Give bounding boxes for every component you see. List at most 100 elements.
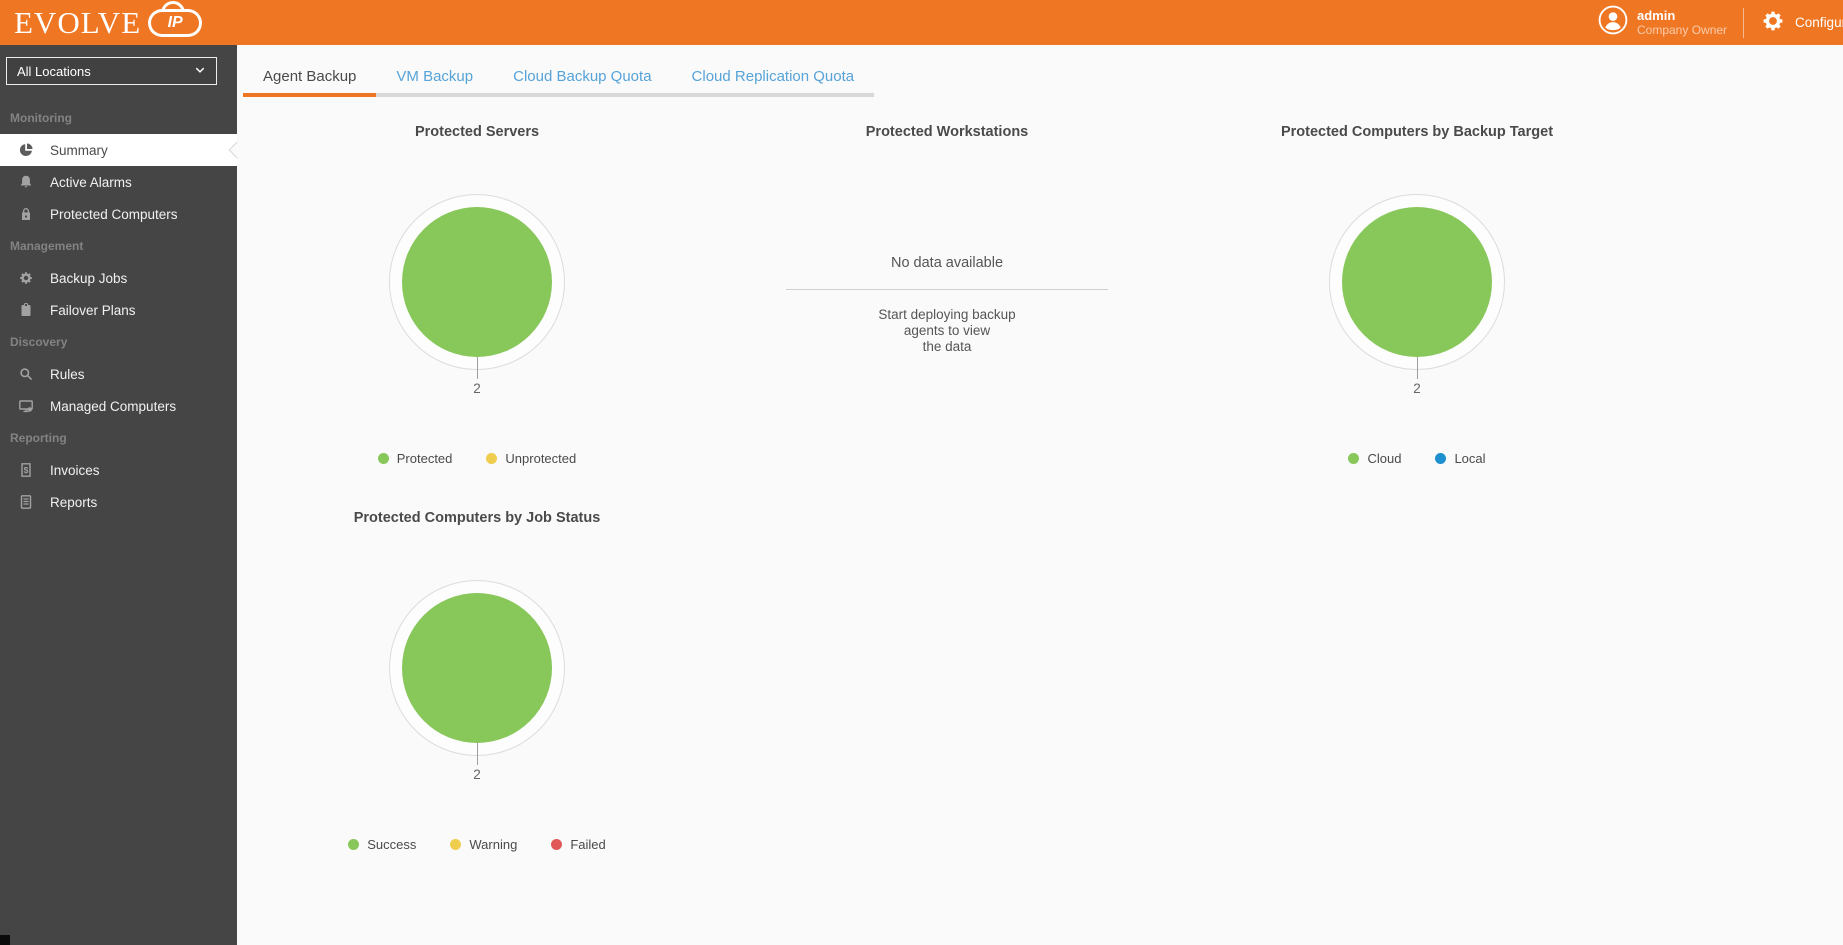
legend-label: Unprotected <box>505 451 576 466</box>
sidebar: All Locations Monitoring Summary Active Al… <box>0 45 237 945</box>
sidebar-item-label: Summary <box>50 143 108 158</box>
pie-tick <box>477 357 478 379</box>
sidebar-item-active-alarms[interactable]: Active Alarms <box>0 166 237 198</box>
sidebar-nav: Monitoring Summary Active Alarms Protected … <box>0 102 237 518</box>
pie-chart-icon <box>18 142 34 158</box>
cloud-logo-badge: IP <box>148 9 202 37</box>
chart-panel-protected-servers: Protected Servers 2 Protected Unprotected <box>242 100 712 500</box>
bell-icon <box>18 174 34 190</box>
pie-value-label: 2 <box>242 381 712 396</box>
pie-tick <box>477 743 478 765</box>
sidebar-item-rules[interactable]: Rules <box>0 358 237 390</box>
evolveip-logo: EVOLVE IP <box>14 0 202 45</box>
main-content: Agent BackupVM BackupCloud Backup QuotaC… <box>237 45 1843 945</box>
nav-section-label-monitoring: Monitoring <box>0 102 237 134</box>
chart-title: Protected Computers by Backup Target <box>1182 124 1652 140</box>
sidebar-item-managed-computers[interactable]: Managed Computers <box>0 390 237 422</box>
location-filter-select[interactable]: All Locations <box>6 57 217 85</box>
user-name: admin <box>1637 8 1727 23</box>
clipboard-icon <box>18 302 34 318</box>
legend-item-local[interactable]: Local <box>1435 451 1485 466</box>
pie-ring <box>389 194 565 370</box>
legend-dot <box>378 453 389 464</box>
top-header: EVOLVE IP admin Company Ow <box>0 0 1843 45</box>
legend-item-protected[interactable]: Protected <box>378 451 453 466</box>
search-rules-icon <box>18 366 34 382</box>
sidebar-item-label: Backup Jobs <box>50 271 127 286</box>
no-data-divider <box>786 289 1108 290</box>
pie-slice-success[interactable] <box>402 593 552 743</box>
pie-tick <box>1417 357 1418 379</box>
header-divider <box>1743 8 1744 38</box>
chart-panel-protected-computers-by-backup-target: Protected Computers by Backup Target2Clo… <box>1182 100 1652 500</box>
tab-bar: Agent BackupVM BackupCloud Backup QuotaC… <box>243 62 874 97</box>
sidebar-item-label: Protected Computers <box>50 207 178 222</box>
gear-icon <box>1760 8 1786 37</box>
sidebar-item-label: Invoices <box>50 463 100 478</box>
legend-label: Failed <box>570 837 605 852</box>
pie-ring <box>389 580 565 756</box>
nav-section-label-management: Management <box>0 230 237 262</box>
chart-title: Protected Servers <box>242 124 712 140</box>
legend-label: Cloud <box>1367 451 1401 466</box>
sidebar-item-label: Reports <box>50 495 97 510</box>
sidebar-item-invoices[interactable]: $ Invoices <box>0 454 237 486</box>
sidebar-item-backup-jobs[interactable]: Backup Jobs <box>0 262 237 294</box>
tab-cloud-replication-quota[interactable]: Cloud Replication Quota <box>672 62 875 93</box>
configuration-label: Configuration <box>1795 15 1843 30</box>
legend-label: Success <box>367 837 416 852</box>
sidebar-item-protected-computers[interactable]: Protected Computers <box>0 198 237 230</box>
chevron-down-icon <box>194 64 206 79</box>
sidebar-item-reports[interactable]: Reports <box>0 486 237 518</box>
legend: Protected Unprotected <box>242 451 712 466</box>
svg-text:$: $ <box>24 465 29 475</box>
nav-section-label-reporting: Reporting <box>0 422 237 454</box>
legend-label: Local <box>1454 451 1485 466</box>
legend-dot <box>1348 453 1359 464</box>
legend-dot <box>486 453 497 464</box>
pie-slice-cloud[interactable] <box>1342 207 1492 357</box>
app-root: EVOLVE IP admin Company Ow <box>0 0 1843 945</box>
sidebar-item-label: Managed Computers <box>50 399 176 414</box>
tab-agent-backup[interactable]: Agent Backup <box>243 62 376 93</box>
brand-wordmark: EVOLVE <box>14 0 141 45</box>
gear-jobs-icon <box>18 270 34 286</box>
no-data-hint: Start deploying backupagents to viewthe … <box>712 307 1182 355</box>
header-actions: admin Company Owner Configuration <box>1598 0 1843 45</box>
legend-item-success[interactable]: Success <box>348 837 416 852</box>
scrollbar-corner <box>0 935 10 945</box>
sidebar-item-label: Failover Plans <box>50 303 136 318</box>
tab-cloud-backup-quota[interactable]: Cloud Backup Quota <box>493 62 671 93</box>
sidebar-item-label: Active Alarms <box>50 175 132 190</box>
report-icon <box>18 494 34 510</box>
legend: Cloud Local <box>1182 451 1652 466</box>
chart-title: Protected Computers by Job Status <box>242 510 712 526</box>
computer-gear-icon <box>18 398 34 414</box>
legend-item-warning[interactable]: Warning <box>450 837 517 852</box>
chart-panel-protected-computers-by-job-status: Protected Computers by Job Status 2 Succes… <box>242 486 712 886</box>
location-filter-value: All Locations <box>17 64 91 79</box>
legend-label: Warning <box>469 837 517 852</box>
sidebar-item-failover-plans[interactable]: Failover Plans <box>0 294 237 326</box>
legend-dot <box>1435 453 1446 464</box>
pie-value-label: 2 <box>242 767 712 782</box>
nav-section-label-discovery: Discovery <box>0 326 237 358</box>
chart-title: Protected Workstations <box>712 124 1182 140</box>
invoice-icon: $ <box>18 462 34 478</box>
user-menu[interactable]: admin Company Owner <box>1598 5 1727 40</box>
pie-slice-protected[interactable] <box>402 207 552 357</box>
legend-item-cloud[interactable]: Cloud <box>1348 451 1401 466</box>
legend-dot <box>348 839 359 850</box>
chart-panel-protected-workstations: Protected WorkstationsNo data availableS… <box>712 100 1182 500</box>
legend-item-failed[interactable]: Failed <box>551 837 605 852</box>
sidebar-item-summary[interactable]: Summary <box>0 134 237 166</box>
user-avatar-icon <box>1598 5 1628 40</box>
legend-dot <box>450 839 461 850</box>
legend-label: Protected <box>397 451 453 466</box>
tab-vm-backup[interactable]: VM Backup <box>376 62 493 93</box>
legend-item-unprotected[interactable]: Unprotected <box>486 451 576 466</box>
sidebar-item-label: Rules <box>50 367 85 382</box>
configuration-button[interactable]: Configuration <box>1760 8 1843 37</box>
pie-ring <box>1329 194 1505 370</box>
legend-dot <box>551 839 562 850</box>
